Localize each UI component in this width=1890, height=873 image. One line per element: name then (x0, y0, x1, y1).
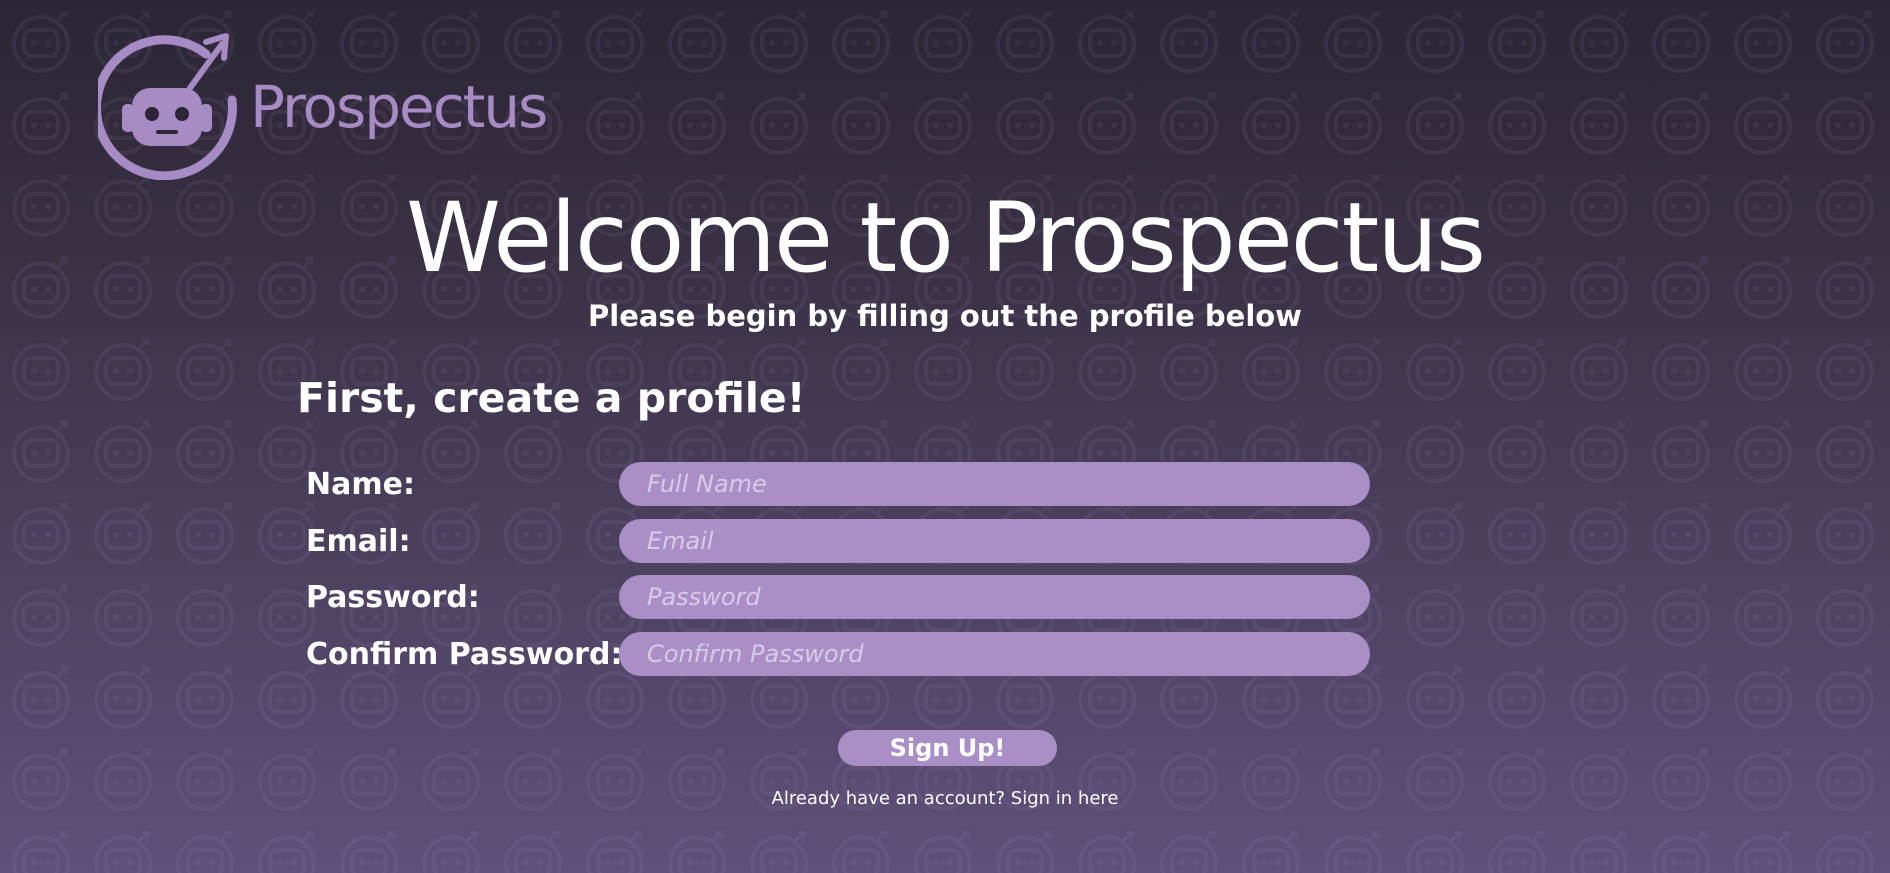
name-input[interactable] (619, 462, 1370, 506)
page-title: Welcome to Prospectus (405, 182, 1486, 294)
brand-logo[interactable]: Prospectus (98, 30, 548, 180)
page-subtitle: Please begin by filling out the profile … (588, 299, 1302, 333)
sign-up-button[interactable]: Sign Up! (838, 730, 1057, 766)
confirm-password-label: Confirm Password: (306, 637, 623, 672)
section-title: First, create a profile! (297, 374, 806, 422)
signin-prompt: Already have an account? (771, 788, 1006, 809)
name-label: Name: (306, 467, 415, 502)
brand-name: Prospectus (250, 73, 548, 141)
signin-prompt-line: Already have an account? Sign in here (0, 787, 1890, 811)
email-label: Email: (306, 524, 411, 559)
robot-growth-arrow-icon (98, 33, 237, 180)
sign-in-link[interactable]: Sign in here (1011, 788, 1119, 809)
password-input[interactable] (619, 575, 1370, 619)
email-row: Email: (306, 519, 1370, 563)
password-label: Password: (306, 580, 480, 615)
confirm-password-row: Confirm Password: (306, 632, 1370, 676)
password-row: Password: (306, 575, 1370, 619)
name-row: Name: (306, 462, 1370, 506)
confirm-password-input[interactable] (619, 632, 1370, 676)
email-input[interactable] (619, 519, 1370, 563)
